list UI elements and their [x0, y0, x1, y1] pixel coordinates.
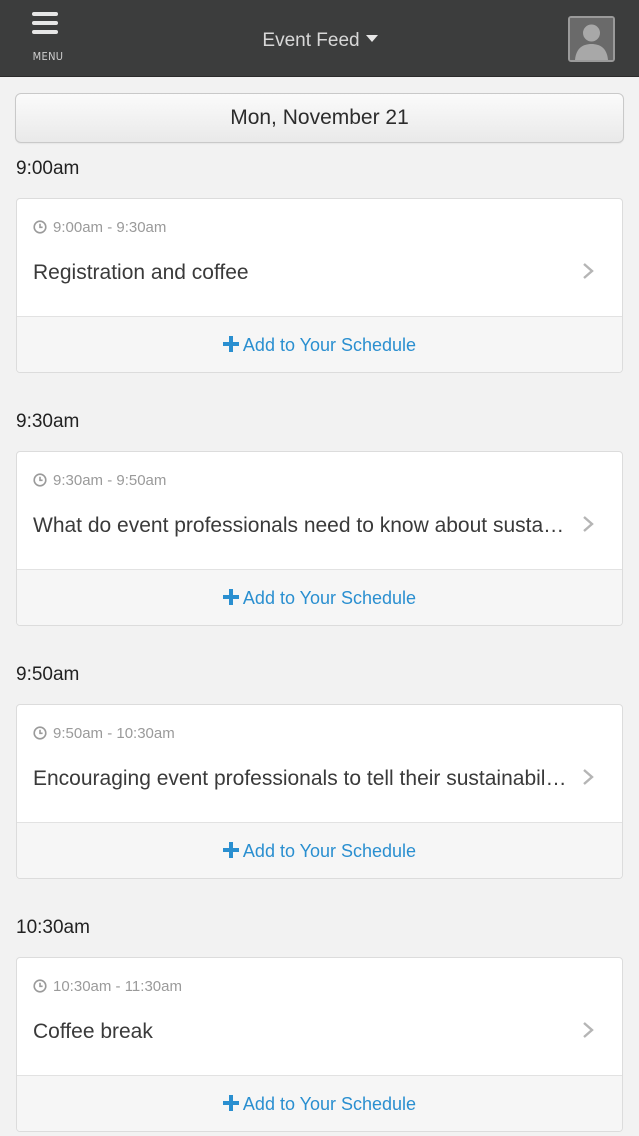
- plus-icon: [222, 336, 239, 352]
- session-title: Encouraging event professionals to tell …: [33, 767, 568, 790]
- chevron-right-icon: [583, 516, 594, 532]
- add-to-schedule-button[interactable]: Add to Your Schedule: [17, 1075, 622, 1131]
- session-card: 9:30am - 9:50am What do event profession…: [16, 451, 623, 626]
- plus-icon: [222, 589, 239, 605]
- clock-icon: [33, 220, 47, 234]
- time-slot-heading: 10:30am: [16, 917, 90, 938]
- session-time-range: 9:30am - 9:50am: [33, 472, 166, 489]
- clock-icon: [33, 473, 47, 487]
- caret-down-icon: [365, 35, 378, 42]
- session-card-link[interactable]: 9:50am - 10:30am Encouraging event profe…: [17, 705, 622, 822]
- time-slot-heading: 9:00am: [16, 158, 80, 179]
- session-card: 10:30am - 11:30am Coffee break Add to Yo…: [16, 957, 623, 1132]
- session-title: What do event professionals need to know…: [33, 514, 568, 537]
- menu-label: MENU: [32, 50, 64, 63]
- session-card-link[interactable]: 10:30am - 11:30am Coffee break: [17, 958, 622, 1075]
- user-avatar-icon: [570, 18, 613, 60]
- top-navigation-bar: MENU Event Feed: [0, 0, 639, 77]
- add-to-schedule-button[interactable]: Add to Your Schedule: [17, 569, 622, 625]
- session-time-range: 10:30am - 11:30am: [33, 978, 182, 995]
- clock-icon: [33, 726, 47, 740]
- time-slot-heading: 9:30am: [16, 411, 80, 432]
- session-card-link[interactable]: 9:00am - 9:30am Registration and coffee: [17, 199, 622, 316]
- add-to-schedule-button[interactable]: Add to Your Schedule: [17, 316, 622, 372]
- add-to-schedule-button[interactable]: Add to Your Schedule: [17, 822, 622, 878]
- plus-icon: [222, 1095, 239, 1111]
- session-title: Coffee break: [33, 1020, 153, 1043]
- hamburger-menu-icon: [32, 12, 58, 34]
- chevron-right-icon: [583, 263, 594, 279]
- session-card: 9:50am - 10:30am Encouraging event profe…: [16, 704, 623, 879]
- user-avatar-button[interactable]: [568, 16, 615, 62]
- menu-button[interactable]: MENU: [22, 10, 74, 66]
- page-title: Event Feed: [262, 30, 360, 51]
- chevron-right-icon: [583, 1022, 594, 1038]
- session-card-link[interactable]: 9:30am - 9:50am What do event profession…: [17, 452, 622, 569]
- chevron-right-icon: [583, 769, 594, 785]
- session-time-range: 9:00am - 9:30am: [33, 219, 166, 236]
- plus-icon: [222, 842, 239, 858]
- time-slot-heading: 9:50am: [16, 664, 80, 685]
- session-time-range: 9:50am - 10:30am: [33, 725, 175, 742]
- event-feed-dropdown[interactable]: Event Feed: [230, 26, 410, 56]
- session-title: Registration and coffee: [33, 261, 249, 284]
- session-card: 9:00am - 9:30am Registration and coffee …: [16, 198, 623, 373]
- date-selector-button[interactable]: Mon, November 21: [15, 93, 624, 143]
- clock-icon: [33, 979, 47, 993]
